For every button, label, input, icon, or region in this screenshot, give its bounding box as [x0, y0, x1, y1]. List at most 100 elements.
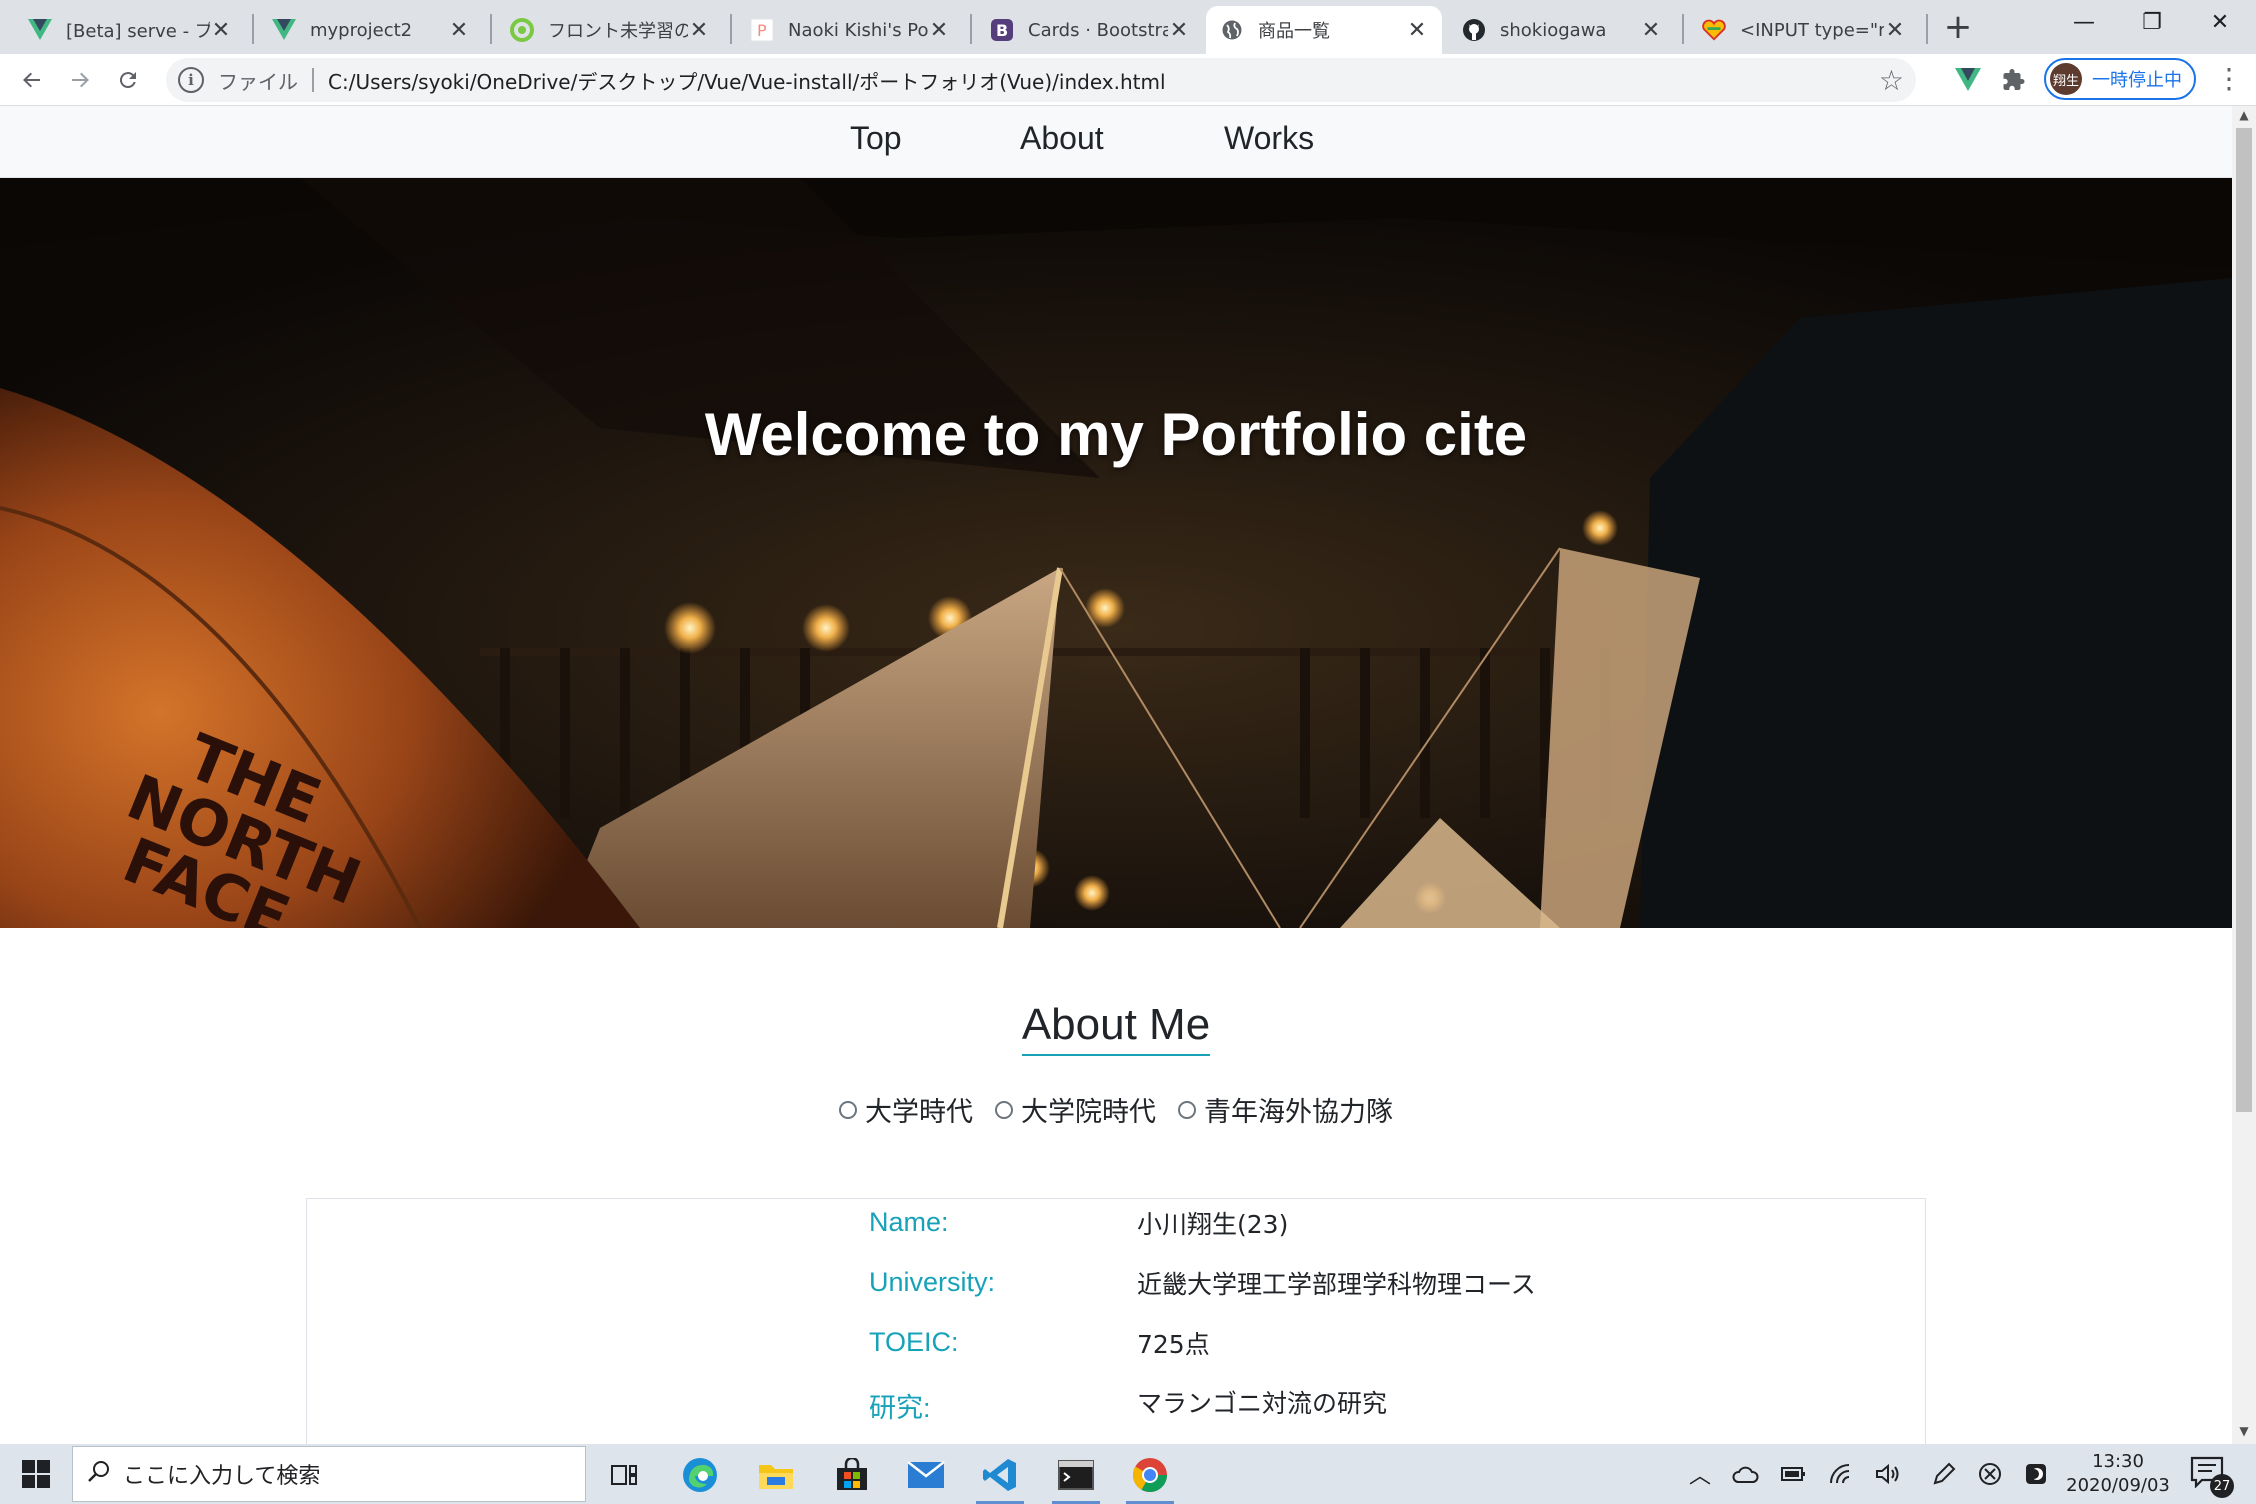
site-info-icon[interactable]: i: [178, 67, 204, 93]
profile-row: Name: 小川翔生(23): [307, 1199, 1927, 1249]
taskbar-clock[interactable]: 13:30 2020/09/03: [2060, 1450, 2176, 1498]
bookmark-star-icon[interactable]: ☆: [1879, 64, 1904, 97]
svg-text:B: B: [996, 21, 1008, 40]
profile-value: 725点: [1137, 1330, 1210, 1359]
windows-start-icon[interactable]: [12, 1452, 60, 1496]
page-scrollbar[interactable]: ▲ ▼: [2232, 106, 2256, 1444]
url-text[interactable]: C:/Users/syoki/OneDrive/デスクトップ/Vue/Vue-i…: [328, 66, 1166, 95]
avatar: 翔生: [2050, 63, 2082, 95]
taskbar-search-input[interactable]: ここに入力して検索: [72, 1446, 586, 1502]
tab-separator: [730, 14, 732, 44]
tab-title: [Beta] serve - プロ: [66, 21, 210, 42]
vscode-icon[interactable]: [970, 1450, 1030, 1504]
notification-center-icon[interactable]: 27: [2190, 1456, 2234, 1498]
extensions-puzzle-icon[interactable]: [1996, 62, 2032, 98]
profile-row: University: 近畿大学理工学部理学科物理コース: [307, 1259, 1927, 1309]
terminal-icon[interactable]: [1046, 1450, 1106, 1504]
search-icon: [87, 1459, 111, 1489]
profile-label: Name:: [869, 1207, 949, 1237]
tab-close-icon[interactable]: ✕: [1168, 18, 1190, 43]
minimize-button[interactable]: —: [2050, 0, 2118, 44]
browser-toolbar: i ファイル C:/Users/syoki/OneDrive/デスクトップ/Vu…: [0, 54, 2256, 106]
profile-row: TOEIC: 725点: [307, 1319, 1927, 1369]
radio-button[interactable]: [839, 1100, 857, 1119]
vue-devtools-icon[interactable]: [1950, 62, 1986, 98]
search-placeholder: ここに入力して検索: [123, 1464, 321, 1489]
edge-browser-icon[interactable]: [670, 1450, 730, 1500]
tab-title: Naoki Kishi's Portf: [788, 19, 928, 41]
radio-label: 青年海外協力隊: [1204, 1097, 1393, 1128]
tab-close-icon[interactable]: ✕: [210, 18, 232, 43]
status-x-icon[interactable]: [1974, 1458, 2006, 1490]
tab-beta-serve[interactable]: [Beta] serve - プロ ✕: [14, 6, 246, 54]
show-hidden-icons-chevron-icon[interactable]: ︿: [1684, 1458, 1716, 1490]
browser-menu-icon[interactable]: ⋮: [2214, 62, 2244, 98]
tab-myproject2[interactable]: myproject2 ✕: [258, 6, 484, 54]
task-view-icon[interactable]: [594, 1450, 654, 1500]
tab-bootstrap-cards[interactable]: B Cards · Bootstrap ✕: [976, 6, 1204, 54]
back-arrow-icon[interactable]: [12, 60, 52, 100]
heart-icon: [1702, 18, 1726, 42]
onedrive-cloud-icon[interactable]: [1730, 1458, 1762, 1490]
vue-icon: [28, 18, 52, 42]
radio-option-graduate[interactable]: 大学院時代: [995, 1090, 1156, 1129]
profile-value: 近畿大学理工学部理学科物理コース: [1137, 1270, 1536, 1299]
nav-link-works[interactable]: Works: [1224, 120, 1314, 157]
site-navbar: Top About Works: [0, 106, 2232, 178]
tab-input-radio[interactable]: <INPUT type="ra ✕: [1688, 6, 1920, 54]
battery-icon[interactable]: [1778, 1458, 1810, 1490]
tab-close-icon[interactable]: ✕: [688, 18, 710, 43]
volume-icon[interactable]: [1872, 1458, 1904, 1490]
radio-label: 大学時代: [865, 1097, 973, 1128]
radio-option-university[interactable]: 大学時代: [839, 1090, 973, 1129]
restore-button[interactable]: ❐: [2118, 0, 2186, 44]
nav-link-top[interactable]: Top: [850, 120, 902, 157]
scroll-up-arrow-icon[interactable]: ▲: [2232, 108, 2256, 126]
scroll-down-arrow-icon[interactable]: ▼: [2232, 1424, 2256, 1442]
file-explorer-icon[interactable]: [746, 1450, 806, 1500]
tab-separator: [1926, 14, 1928, 44]
radio-option-jocv[interactable]: 青年海外協力隊: [1178, 1090, 1393, 1129]
close-window-button[interactable]: ✕: [2186, 0, 2254, 44]
hero-banner: THE NORTH FACE Welcome to my Portfolio c…: [0, 178, 2232, 928]
tab-separator: [1682, 14, 1684, 44]
profile-value: 小川翔生(23): [1137, 1210, 1289, 1239]
p-letter-icon: P: [750, 18, 774, 42]
tab-title: フロント未学習の大: [548, 21, 688, 42]
clock-time: 13:30: [2092, 1451, 2144, 1472]
mail-icon[interactable]: [896, 1450, 956, 1500]
microsoft-store-icon[interactable]: [822, 1450, 882, 1500]
night-light-icon[interactable]: [2020, 1458, 2052, 1490]
windows-taskbar: ここに入力して検索 ︿ 13:30 2020/09/03 27: [0, 1444, 2256, 1504]
tab-close-icon[interactable]: ✕: [1640, 18, 1662, 43]
scrollbar-thumb[interactable]: [2236, 128, 2252, 1112]
browser-tab-strip: [Beta] serve - プロ ✕ myproject2 ✕ フロント未学習…: [0, 0, 2256, 54]
pen-icon[interactable]: [1928, 1458, 1960, 1490]
wifi-icon[interactable]: [1826, 1458, 1858, 1490]
tab-naoki-portfolio[interactable]: P Naoki Kishi's Portf ✕: [736, 6, 964, 54]
chrome-icon[interactable]: [1120, 1450, 1180, 1504]
tab-title: shokiogawa: [1500, 19, 1607, 41]
radio-button[interactable]: [1178, 1100, 1196, 1119]
new-tab-button[interactable]: +: [1940, 10, 1976, 46]
address-bar[interactable]: i ファイル C:/Users/syoki/OneDrive/デスクトップ/Vu…: [166, 58, 1916, 102]
tab-close-icon[interactable]: ✕: [928, 18, 950, 43]
tab-github-shokiogawa[interactable]: shokiogawa ✕: [1448, 6, 1676, 54]
profile-label: University:: [869, 1267, 996, 1297]
profile-value: マランゴニ対流の研究: [1137, 1389, 1388, 1418]
reload-icon[interactable]: [108, 60, 148, 100]
tab-front-learning[interactable]: フロント未学習の大 ✕: [496, 6, 724, 54]
profile-row: 研究: マランゴニ対流の研究: [307, 1378, 1927, 1428]
page-viewport: Top About Works THE NORTH FACE Welcome t…: [0, 106, 2232, 1444]
tab-close-icon[interactable]: ✕: [448, 18, 470, 43]
tab-close-icon[interactable]: ✕: [1406, 18, 1428, 43]
forward-arrow-icon[interactable]: [60, 60, 100, 100]
address-divider: [312, 68, 314, 92]
profile-button[interactable]: 翔生 一時停止中: [2044, 58, 2196, 100]
radio-button[interactable]: [995, 1100, 1013, 1119]
hero-title: Welcome to my Portfolio cite: [704, 401, 1528, 468]
tab-product-list[interactable]: 商品一覧 ✕: [1206, 6, 1442, 54]
nav-link-about[interactable]: About: [1020, 120, 1104, 157]
tab-close-icon[interactable]: ✕: [1884, 18, 1906, 43]
tab-title: <INPUT type="ra: [1740, 19, 1884, 41]
